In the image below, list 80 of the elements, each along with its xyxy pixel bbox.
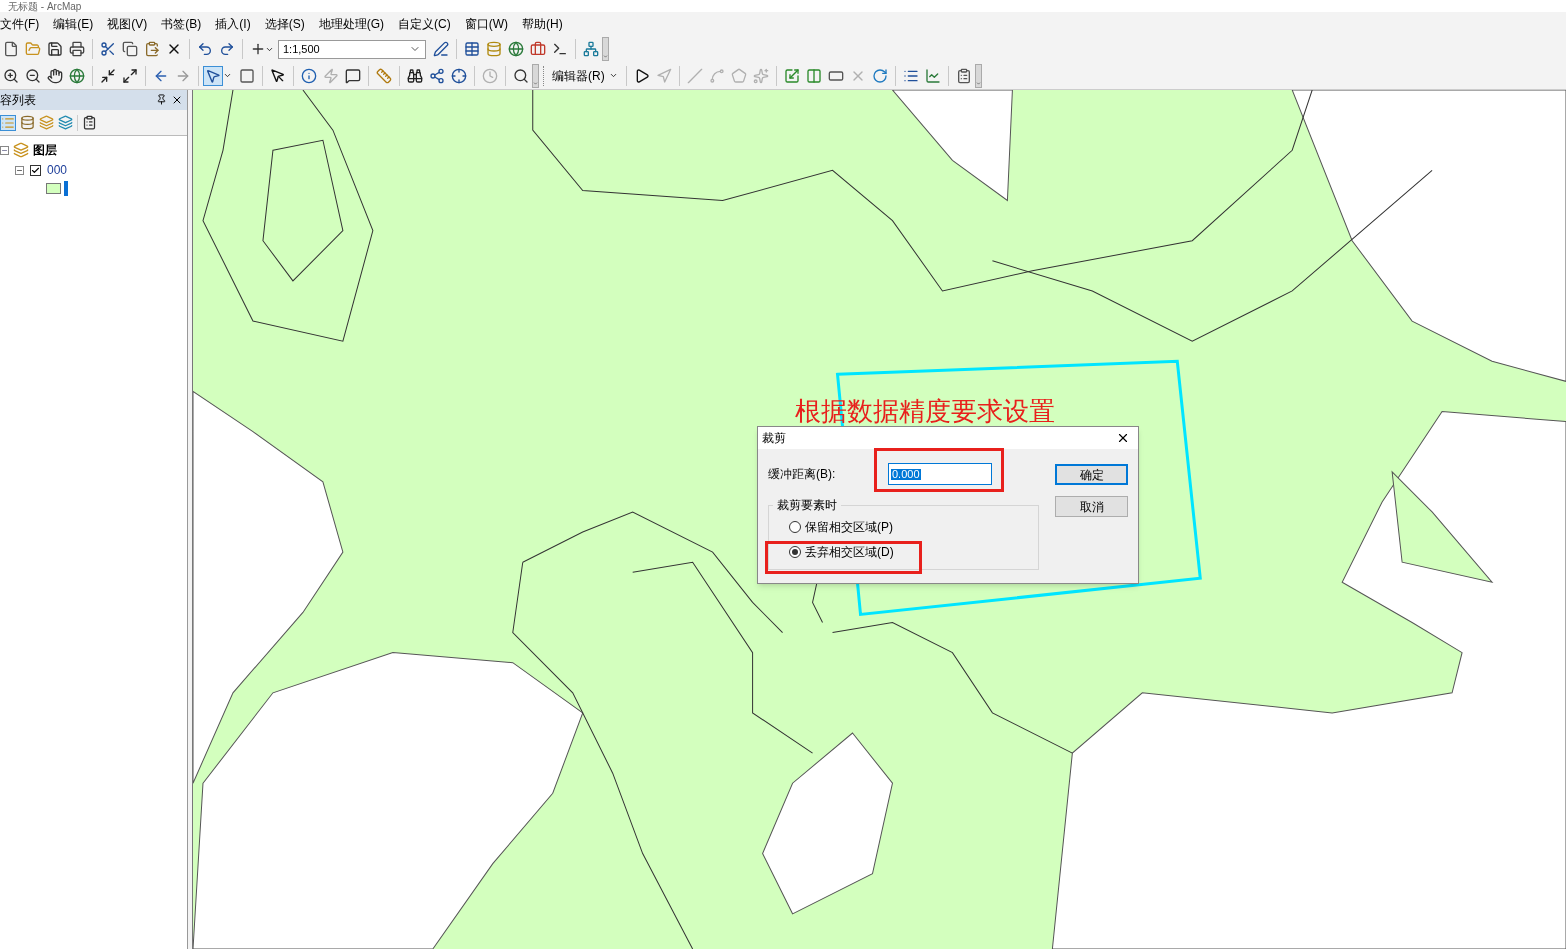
- fixed-zoom-out-icon[interactable]: [122, 67, 138, 84]
- field-label: 缓冲距离(B):: [768, 466, 837, 483]
- radio-button[interactable]: [789, 520, 801, 533]
- menu-item[interactable]: 书签(B): [154, 15, 209, 33]
- menu-item[interactable]: 窗口(W): [457, 15, 515, 33]
- close-icon[interactable]: [171, 94, 183, 106]
- menu-item[interactable]: 帮助(H): [515, 15, 570, 33]
- scale-field[interactable]: 1:1,500: [278, 39, 426, 59]
- select-elements-icon[interactable]: [270, 67, 286, 84]
- close-icon[interactable]: [1116, 431, 1130, 445]
- new-document-icon[interactable]: [3, 41, 19, 57]
- pan-icon[interactable]: [47, 67, 63, 84]
- full-extent-icon[interactable]: [69, 67, 85, 84]
- menu-item[interactable]: 选择(S): [257, 15, 312, 33]
- layer-checkbox[interactable]: [30, 164, 41, 176]
- catalog-icon[interactable]: [486, 41, 502, 57]
- save-icon[interactable]: [47, 41, 63, 57]
- layers-icon: [13, 142, 29, 158]
- select-features-button[interactable]: [203, 65, 223, 86]
- menu-item[interactable]: 编辑(E): [46, 15, 101, 33]
- text-cursor-icon: [64, 180, 68, 196]
- copy-icon[interactable]: [122, 41, 138, 57]
- cancel-button[interactable]: 取消: [1055, 496, 1128, 517]
- sketch-properties-icon[interactable]: [924, 67, 941, 84]
- magnifier-window-icon[interactable]: [513, 67, 529, 84]
- model-builder-icon[interactable]: [583, 41, 599, 57]
- panel-title: 容列表: [0, 92, 36, 109]
- menu-item[interactable]: 插入(I): [208, 15, 258, 33]
- list-by-selection-icon[interactable]: [58, 115, 73, 130]
- python-icon[interactable]: [552, 41, 568, 57]
- reshape-icon[interactable]: [783, 67, 800, 84]
- identify-icon[interactable]: [301, 67, 317, 84]
- tree-item[interactable]: 000: [47, 161, 68, 179]
- expand-toggle[interactable]: [15, 165, 24, 175]
- symbol-swatch[interactable]: [46, 182, 61, 194]
- go-to-xy-icon[interactable]: [451, 67, 467, 84]
- dropdown-caret-icon[interactable]: [223, 71, 232, 80]
- redo-icon[interactable]: [219, 41, 235, 57]
- find-route-icon[interactable]: [429, 67, 445, 84]
- radio-label[interactable]: 保留相交区域(P): [805, 517, 893, 536]
- print-icon[interactable]: [69, 41, 85, 57]
- pin-icon[interactable]: [156, 94, 167, 105]
- cut-polygon-icon[interactable]: [805, 67, 822, 84]
- add-data-icon[interactable]: [250, 41, 266, 57]
- toolbox-icon[interactable]: [530, 41, 546, 57]
- radio-button[interactable]: [789, 545, 801, 558]
- zoom-out-icon[interactable]: [25, 67, 41, 84]
- list-by-drawing-order-button[interactable]: [0, 114, 16, 131]
- expand-toggle[interactable]: [0, 145, 9, 155]
- cut-icon[interactable]: [100, 41, 116, 57]
- check-icon: [31, 165, 40, 175]
- buffer-distance-field[interactable]: 0.000: [888, 463, 992, 485]
- measure-icon[interactable]: [376, 67, 392, 84]
- window-title: 无标题 - ArcMap: [7, 1, 82, 12]
- html-popup-icon[interactable]: [345, 67, 361, 84]
- options-icon[interactable]: [82, 115, 97, 130]
- paste-icon[interactable]: [144, 41, 160, 57]
- menu-item[interactable]: 文件(F): [0, 15, 47, 33]
- table-icon[interactable]: [464, 41, 480, 57]
- zoom-in-icon[interactable]: [3, 67, 19, 84]
- search-window-icon[interactable]: [508, 41, 524, 57]
- group-label: 裁剪要素时: [776, 497, 838, 514]
- find-icon[interactable]: [407, 67, 423, 84]
- undo-icon[interactable]: [197, 41, 213, 57]
- time-slider-icon[interactable]: [482, 67, 498, 84]
- dialog-title: 裁剪: [762, 430, 786, 447]
- radio-label[interactable]: 丢弃相交区域(D): [805, 542, 894, 561]
- menu-item[interactable]: 地理处理(G): [311, 15, 391, 33]
- ok-button[interactable]: 确定: [1055, 464, 1128, 485]
- menu-item[interactable]: 自定义(C): [391, 15, 458, 33]
- dropdown-caret-icon[interactable]: [608, 71, 618, 80]
- editor-toolbar-icon[interactable]: [433, 41, 449, 57]
- fixed-zoom-in-icon[interactable]: [100, 67, 116, 84]
- editor-menu[interactable]: 编辑器(R): [548, 66, 609, 85]
- menu-item[interactable]: 视图(V): [100, 15, 155, 33]
- list-by-source-icon[interactable]: [20, 115, 35, 130]
- clear-selection-icon[interactable]: [239, 67, 255, 84]
- tree-item[interactable]: 图层: [33, 141, 57, 159]
- create-features-icon[interactable]: [955, 67, 972, 84]
- rotate-icon[interactable]: [871, 67, 888, 84]
